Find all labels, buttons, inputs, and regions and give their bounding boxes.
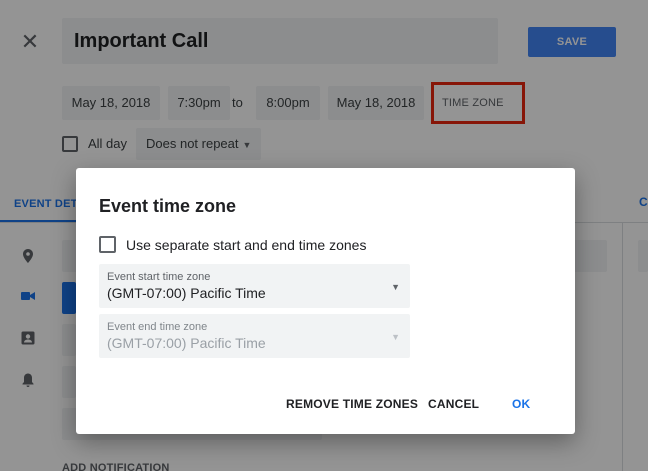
separate-zones-label[interactable]: Use separate start and end time zones xyxy=(126,236,366,254)
cancel-button[interactable]: CANCEL xyxy=(428,397,479,411)
start-time-zone-select[interactable]: Event start time zone (GMT-07:00) Pacifi… xyxy=(99,264,410,308)
chevron-down-icon: ▼ xyxy=(391,282,400,292)
separate-zones-checkbox[interactable] xyxy=(99,236,116,253)
time-zone-dialog: Event time zone Use separate start and e… xyxy=(76,168,575,434)
end-time-zone-select: Event end time zone (GMT-07:00) Pacific … xyxy=(99,314,410,358)
start-zone-label: Event start time zone xyxy=(107,271,211,283)
start-zone-value: (GMT-07:00) Pacific Time xyxy=(107,285,266,301)
dialog-title: Event time zone xyxy=(99,196,237,216)
chevron-down-icon: ▼ xyxy=(391,332,400,342)
end-zone-label: Event end time zone xyxy=(107,321,208,333)
remove-time-zones-button[interactable]: REMOVE TIME ZONES xyxy=(286,397,418,411)
ok-button[interactable]: OK xyxy=(512,397,530,411)
end-zone-value: (GMT-07:00) Pacific Time xyxy=(107,335,266,351)
